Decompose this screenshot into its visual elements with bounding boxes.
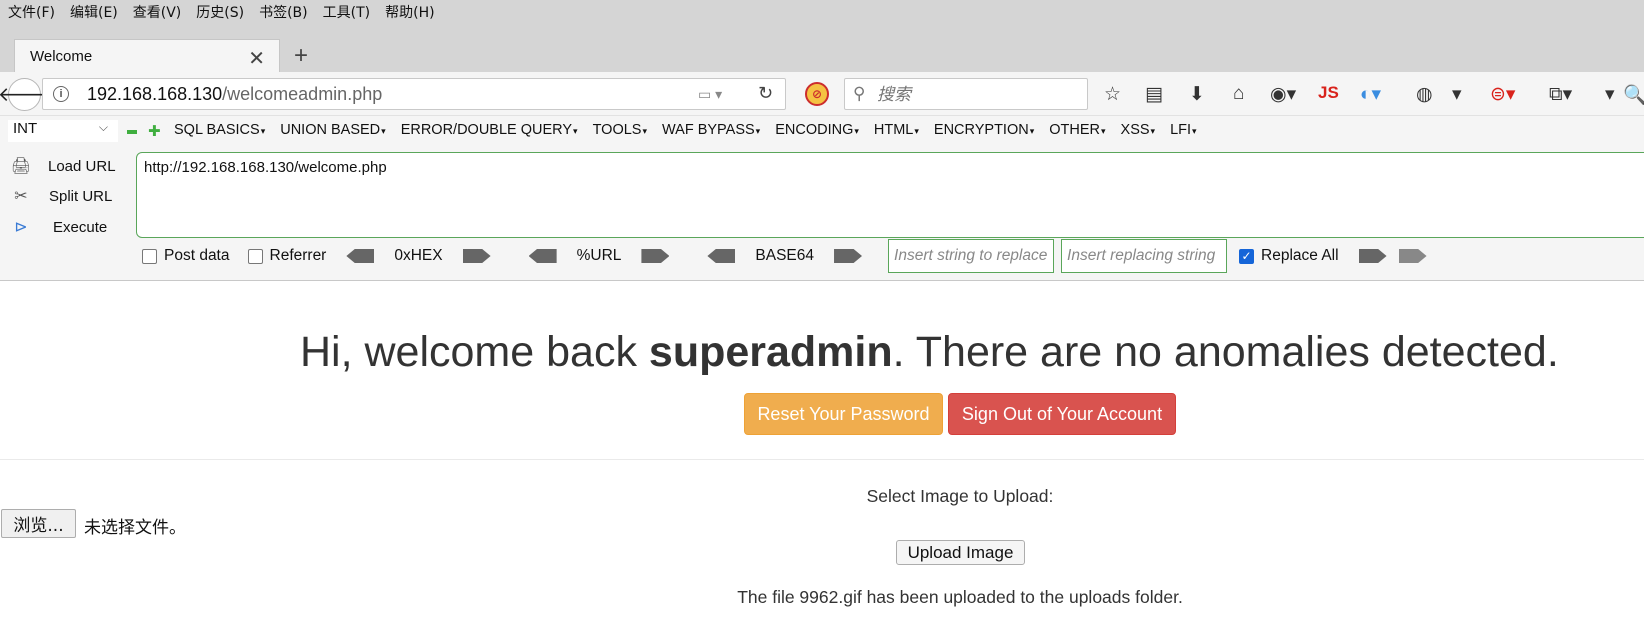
divider: [0, 459, 1644, 460]
search-input[interactable]: [877, 85, 1077, 105]
globe-icon[interactable]: ◉▾: [1270, 83, 1296, 106]
referrer-label: Referrer: [269, 247, 327, 264]
hackbar-panel: INT ⌵ ✚ SQL BASICS UNION BASED ERROR/DOU…: [0, 116, 1644, 281]
hex-label: 0xHEX: [394, 247, 443, 264]
hackbar-menu-encoding[interactable]: ENCODING: [775, 122, 859, 138]
menu-file[interactable]: 文件(F): [8, 2, 55, 22]
back-button[interactable]: 🡐: [0, 78, 51, 111]
replace-next-arrow-icon[interactable]: [1398, 249, 1427, 263]
load-url-button[interactable]: 🖨 Load URL: [10, 154, 130, 178]
search-bar[interactable]: ⚲: [844, 78, 1088, 110]
url-encode-label: %URL: [576, 247, 622, 264]
execute-label: Execute: [53, 218, 108, 236]
sign-out-button[interactable]: Sign Out of Your Account: [948, 393, 1176, 435]
menu-bar: 文件(F) 编辑(E) 查看(V) 历史(S) 书签(B) 工具(T) 帮助(H…: [0, 0, 1644, 24]
url-decode-arrow-icon[interactable]: [528, 249, 557, 263]
hackbar-url-textarea[interactable]: http://192.168.168.130/welcome.php: [136, 152, 1644, 238]
greeting-prefix: Hi, welcome back: [300, 328, 649, 376]
navigation-bar: 🡐 i 192.168.168.130/welcomeadmin.php ▭ ▾…: [0, 72, 1644, 116]
execute-button[interactable]: ⊳ Execute: [10, 215, 130, 239]
load-url-label: Load URL: [48, 157, 116, 175]
plus-icon[interactable]: ✚: [148, 122, 161, 140]
replace-arrow-icon[interactable]: [1358, 249, 1387, 263]
hex-encode-arrow-icon[interactable]: [462, 249, 491, 263]
reload-icon[interactable]: ↻: [758, 83, 773, 104]
chevron-down-icon: ⌵: [98, 120, 108, 134]
select-image-label: Select Image to Upload:: [866, 486, 1054, 506]
home-icon[interactable]: ⌂: [1233, 83, 1244, 105]
scissors-icon: ✂: [14, 188, 28, 205]
hackbar-menu: SQL BASICS UNION BASED ERROR/DOUBLE QUER…: [174, 122, 1212, 138]
hackbar-type-value: INT: [13, 120, 38, 137]
post-data-label: Post data: [164, 247, 230, 264]
container-icon[interactable]: ⧉▾: [1549, 83, 1572, 106]
play-icon: ⊳: [14, 219, 28, 236]
welcome-heading: Hi, welcome back superadmin. There are n…: [300, 328, 1559, 377]
url-text: 192.168.168.130/welcomeadmin.php: [87, 84, 382, 105]
greeting-suffix: . There are no anomalies detected.: [892, 328, 1559, 376]
menu-edit[interactable]: 编辑(E): [70, 2, 118, 22]
overflow-menu-icon[interactable]: ▾: [1605, 83, 1615, 106]
hex-decode-arrow-icon[interactable]: [346, 249, 375, 263]
url-path: /welcomeadmin.php: [222, 84, 383, 104]
reset-password-button[interactable]: Reset Your Password: [744, 393, 943, 435]
replace-string-input[interactable]: [1061, 239, 1228, 273]
palette-icon[interactable]: ◍: [1416, 83, 1433, 106]
menu-view[interactable]: 查看(V): [133, 2, 182, 22]
hackbar-menu-union-based[interactable]: UNION BASED: [280, 122, 385, 138]
menu-tools[interactable]: 工具(T): [323, 2, 370, 22]
load-url-icon: 🖨: [10, 158, 32, 175]
hackbar-menu-other[interactable]: OTHER: [1049, 122, 1105, 138]
search-icon: ⚲: [853, 84, 866, 103]
url-encode-arrow-icon[interactable]: [641, 249, 670, 263]
close-icon[interactable]: ✕: [248, 46, 265, 71]
hackbar-menu-waf-bypass[interactable]: WAF BYPASS: [662, 122, 760, 138]
zoom-icon[interactable]: 🔍: [1623, 83, 1644, 107]
page-action-dropdown-icon[interactable]: ▭ ▾: [698, 86, 722, 103]
hackbar-type-select[interactable]: INT ⌵: [8, 120, 118, 142]
upload-image-button[interactable]: Upload Image: [896, 540, 1025, 565]
replace-all-checkbox[interactable]: ✓: [1239, 248, 1255, 264]
hackbar-menu-lfi[interactable]: LFI: [1170, 122, 1196, 138]
hackbar-menu-xss[interactable]: XSS: [1121, 122, 1156, 138]
dropdown-icon[interactable]: ▾: [1452, 83, 1462, 106]
address-bar[interactable]: i 192.168.168.130/welcomeadmin.php ▭ ▾ ↻: [42, 78, 786, 110]
tab-title: Welcome: [30, 48, 93, 65]
menu-help[interactable]: 帮助(H): [385, 2, 434, 22]
post-data-checkbox[interactable]: [142, 248, 157, 264]
hackbar-menu-tools[interactable]: TOOLS: [593, 122, 647, 138]
reading-list-icon[interactable]: ▤: [1145, 83, 1163, 106]
hackbar-menu-sql-basics[interactable]: SQL BASICS: [174, 122, 265, 138]
find-string-input[interactable]: [888, 239, 1055, 273]
split-url-button[interactable]: ✂ Split URL: [10, 184, 130, 208]
info-icon[interactable]: i: [53, 86, 69, 102]
noscript-icon[interactable]: ⊘: [805, 82, 829, 106]
tab-strip: Welcome ✕ +: [0, 24, 1644, 73]
tab-welcome[interactable]: Welcome ✕: [14, 39, 280, 73]
js-icon[interactable]: JS: [1318, 83, 1339, 103]
addon-icon[interactable]: ⊜▾: [1490, 83, 1515, 106]
referrer-checkbox[interactable]: [247, 248, 263, 264]
hackbar-menu-encryption[interactable]: ENCRYPTION: [934, 122, 1034, 138]
hackbar-options: Post data Referrer 0xHEX %URL BASE64 ✓ R…: [142, 239, 1433, 273]
translate-icon[interactable]: ◐▾: [1360, 83, 1381, 106]
browse-button[interactable]: 浏览...: [1, 509, 76, 538]
url-host: 192.168.168.130: [87, 84, 223, 104]
base64-decode-arrow-icon[interactable]: [707, 249, 736, 263]
split-url-label: Split URL: [49, 187, 113, 205]
download-icon[interactable]: ⬇: [1189, 83, 1205, 106]
bookmark-star-icon[interactable]: ☆: [1104, 83, 1121, 106]
username: superadmin: [648, 328, 893, 376]
replace-all-label: Replace All: [1261, 247, 1339, 264]
base64-encode-arrow-icon[interactable]: [834, 249, 863, 263]
base64-label: BASE64: [755, 247, 815, 264]
no-file-selected-label: 未选择文件。: [84, 518, 186, 538]
menu-history[interactable]: 历史(S): [196, 2, 244, 22]
upload-status-message: The file 9962.gif has been uploaded to t…: [737, 587, 1183, 607]
menu-bookmarks[interactable]: 书签(B): [259, 2, 308, 22]
hackbar-menu-error-double-query[interactable]: ERROR/DOUBLE QUERY: [401, 122, 578, 138]
minus-icon[interactable]: [127, 130, 137, 134]
hackbar-menu-html[interactable]: HTML: [874, 122, 919, 138]
new-tab-icon[interactable]: +: [294, 42, 308, 70]
